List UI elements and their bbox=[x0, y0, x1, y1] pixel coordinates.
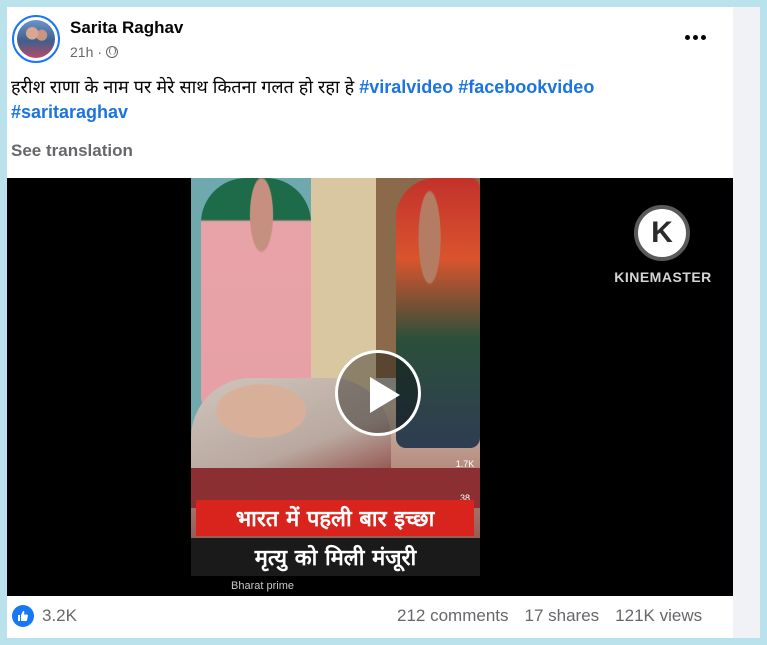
frame-person-left bbox=[201, 178, 311, 408]
hashtag-viralvideo[interactable]: #viralvideo bbox=[359, 77, 453, 97]
side-like-count: 1.7K bbox=[455, 459, 475, 469]
avatar[interactable] bbox=[12, 15, 60, 63]
play-icon[interactable] bbox=[335, 350, 421, 436]
more-options-icon[interactable] bbox=[678, 25, 712, 49]
kinemaster-logo-icon: K bbox=[634, 205, 690, 261]
meta-separator: · bbox=[97, 44, 103, 60]
video-banner-line1: भारत में पहली बार इच्छा bbox=[196, 500, 474, 536]
views-count: 121K views bbox=[615, 606, 703, 625]
caption-text: हरीश राणा के नाम पर मेरे साथ कितना गलत ह… bbox=[11, 77, 355, 97]
author-name[interactable]: Sarita Raghav bbox=[70, 18, 183, 38]
video-channel-strip: Bharat prime bbox=[191, 576, 480, 596]
post-stats: 212 comments 17 shares 121K views bbox=[397, 606, 702, 626]
post-meta: 21h · bbox=[70, 44, 119, 60]
video-banner-line2: मृत्यु को मिली मंजूरी bbox=[191, 538, 480, 576]
post-time[interactable]: 21h bbox=[70, 44, 93, 60]
video-player[interactable]: 1.7K 38 10 भारत में पहली बार इच्छा मृत्य… bbox=[7, 178, 733, 596]
like-icon[interactable] bbox=[12, 605, 34, 627]
post-caption: हरीश राणा के नाम पर मेरे साथ कितना गलत ह… bbox=[11, 75, 711, 125]
right-sidebar-strip bbox=[733, 7, 760, 638]
hashtag-saritaraghav[interactable]: #saritaraghav bbox=[11, 102, 128, 122]
comments-count[interactable]: 212 comments bbox=[397, 606, 509, 626]
post-card: Sarita Raghav 21h · हरीश राणा के नाम पर … bbox=[7, 7, 733, 638]
kinemaster-watermark: KINEMASTER bbox=[614, 269, 712, 285]
reactions-count[interactable]: 3.2K bbox=[42, 606, 77, 626]
shares-count[interactable]: 17 shares bbox=[525, 606, 600, 626]
see-translation-link[interactable]: See translation bbox=[11, 141, 133, 161]
kinemaster-logo-letter: K bbox=[651, 216, 673, 249]
globe-icon[interactable] bbox=[106, 46, 119, 58]
avatar-photo bbox=[17, 20, 55, 58]
hashtag-facebookvideo[interactable]: #facebookvideo bbox=[458, 77, 594, 97]
